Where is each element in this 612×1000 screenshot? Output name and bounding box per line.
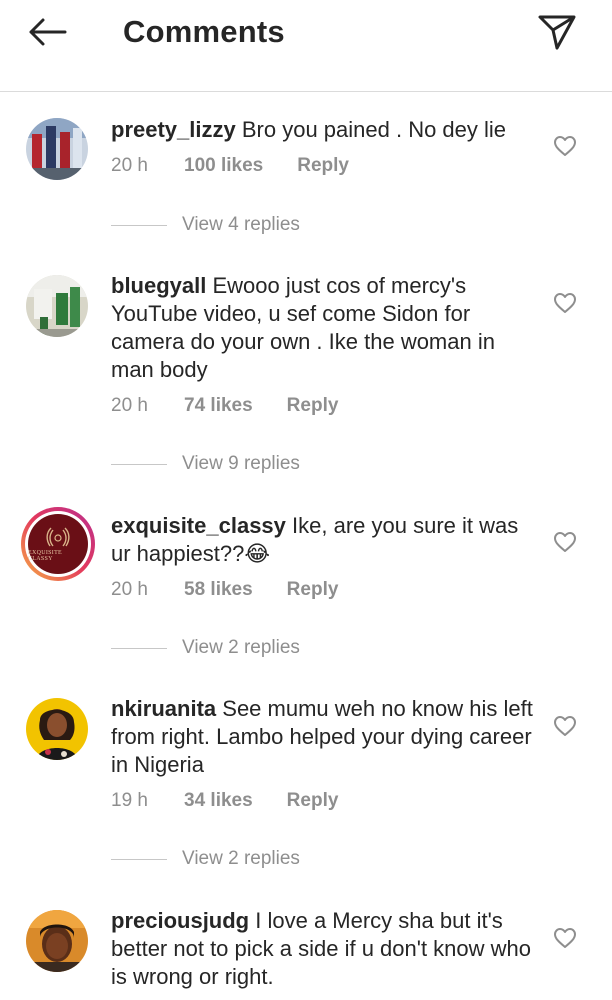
arrow-left-icon xyxy=(29,18,67,46)
view-replies-button[interactable]: View 4 replies xyxy=(111,213,300,237)
view-replies-button[interactable]: View 2 replies xyxy=(111,847,300,871)
send-button[interactable] xyxy=(534,10,580,54)
reply-button[interactable]: Reply xyxy=(297,155,349,177)
divider-line xyxy=(111,224,167,226)
comment-likes[interactable]: 74 likes xyxy=(184,395,253,417)
comment-time: 20 h xyxy=(111,395,148,416)
page-title: Comments xyxy=(123,14,285,49)
view-replies-button[interactable]: View 2 replies xyxy=(111,636,300,660)
divider-line xyxy=(111,858,167,860)
heart-icon[interactable] xyxy=(553,927,577,949)
divider-line xyxy=(111,463,167,465)
comment-username[interactable]: preety_lizzy xyxy=(111,117,236,142)
comment-username[interactable]: exquisite_classy xyxy=(111,513,286,538)
comment-body: exquisite_classy Ike, are you sure it wa… xyxy=(111,512,539,568)
view-replies-label: View 2 replies xyxy=(182,637,300,658)
comment-username[interactable]: bluegyall xyxy=(111,273,206,298)
comment-likes[interactable]: 34 likes xyxy=(184,790,253,812)
brand-logo: EXQUISITE CLASSY xyxy=(28,514,88,574)
view-replies-label: View 9 replies xyxy=(182,453,300,474)
comment-username[interactable]: preciousjudg xyxy=(111,908,249,933)
brand-logo-text: EXQUISITE CLASSY xyxy=(28,550,63,562)
avatar[interactable] xyxy=(26,118,88,180)
avatar[interactable] xyxy=(26,275,88,337)
comment-time: 20 h xyxy=(111,155,148,176)
comment-meta: 20 h 100 likes Reply xyxy=(111,155,349,177)
comment-meta: 19 h 34 likes Reply xyxy=(111,790,338,812)
header-bar: Comments xyxy=(0,0,612,92)
back-button[interactable] xyxy=(24,12,70,52)
comment-username[interactable]: nkiruanita xyxy=(111,696,216,721)
send-icon xyxy=(538,15,576,50)
comment-body: bluegyall Ewooo just cos of mercy's YouT… xyxy=(111,272,539,384)
comment-meta: 20 h 58 likes Reply xyxy=(111,579,338,601)
heart-icon[interactable] xyxy=(553,292,577,314)
comment-meta: 20 h 74 likes Reply xyxy=(111,395,338,417)
avatar[interactable] xyxy=(26,698,88,760)
heart-icon[interactable] xyxy=(553,531,577,553)
view-replies-button[interactable]: View 9 replies xyxy=(111,452,300,476)
reply-button[interactable]: Reply xyxy=(287,790,339,812)
comment-body: nkiruanita See mumu weh no know his left… xyxy=(111,695,539,779)
comment-likes[interactable]: 58 likes xyxy=(184,579,253,601)
comment-text: Bro you pained . No dey lie xyxy=(241,117,507,142)
comment-time: 20 h xyxy=(111,579,148,600)
heart-icon[interactable] xyxy=(553,715,577,737)
comment-body: preety_lizzy Bro you pained . No dey lie xyxy=(111,116,539,144)
avatar-story[interactable]: EXQUISITE CLASSY xyxy=(21,507,95,581)
reply-button[interactable]: Reply xyxy=(287,579,339,601)
heart-icon[interactable] xyxy=(553,135,577,157)
comment-time: 19 h xyxy=(111,790,148,811)
divider-line xyxy=(111,647,167,649)
reply-button[interactable]: Reply xyxy=(287,395,339,417)
comment-body: preciousjudg I love a Mercy sha but it's… xyxy=(111,907,539,991)
view-replies-label: View 4 replies xyxy=(182,214,300,235)
view-replies-label: View 2 replies xyxy=(182,848,300,869)
avatar[interactable] xyxy=(26,910,88,972)
comment-likes[interactable]: 100 likes xyxy=(184,155,263,177)
